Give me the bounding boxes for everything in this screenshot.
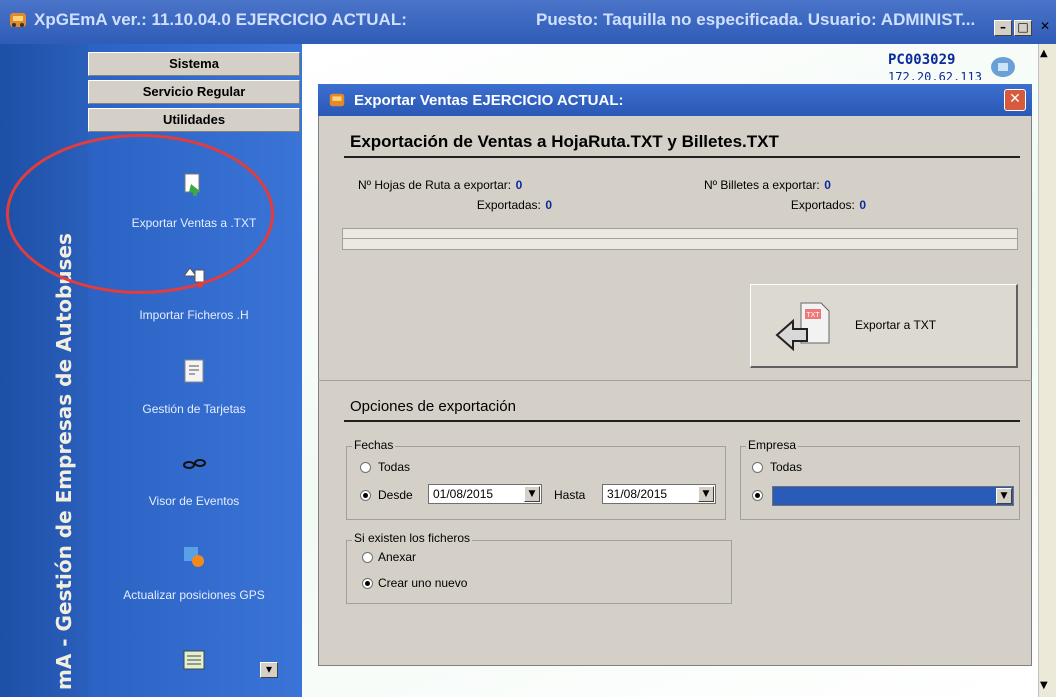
chevron-down-icon[interactable]: ▼ xyxy=(524,486,540,502)
anexar-label: Anexar xyxy=(378,550,417,564)
main-scrollbar[interactable]: ▲ ▼ xyxy=(1038,44,1056,697)
billetes-exported-value: 0 xyxy=(859,198,866,212)
sidebar-scroll-down-button[interactable]: ▾ xyxy=(260,662,278,678)
empresa-select-radio[interactable] xyxy=(752,490,763,501)
window-title: XpGEmA ver.: 11.10.04.0 EJERCICIO ACTUAL… xyxy=(34,10,407,29)
options-heading: Opciones de exportación xyxy=(350,398,516,415)
dialog-title: Exportar Ventas EJERCICIO ACTUAL: xyxy=(354,92,624,109)
export-icon xyxy=(184,173,201,196)
pc-name: PC003029 xyxy=(888,52,956,68)
desde-date-value: 01/08/2015 xyxy=(433,487,494,501)
billetes-stats: Nº Billetes a exportar: 0 Exportados: 0 xyxy=(704,176,884,214)
app-vertical-title: mA - Gestión de Empresas de Autobuses xyxy=(52,233,76,690)
hojas-label: Nº Hojas de Ruta a exportar: xyxy=(358,178,512,192)
empresa-select[interactable]: ▼ xyxy=(772,486,1014,506)
fechas-todas-radio[interactable] xyxy=(360,462,371,473)
menu-utilidades[interactable]: Utilidades xyxy=(88,108,300,132)
fechas-todas-label: Todas xyxy=(378,460,411,474)
hasta-date-select[interactable]: 31/08/2015 ▼ xyxy=(602,484,716,504)
network-icon xyxy=(991,57,1015,77)
chevron-down-icon[interactable]: ▼ xyxy=(698,486,714,502)
app-logo-icon xyxy=(10,13,26,27)
fechas-group xyxy=(346,446,726,520)
billetes-exported-label: Exportados: xyxy=(790,198,855,212)
hasta-date-value: 31/08/2015 xyxy=(607,487,668,501)
dialog-close-button[interactable]: ✕ xyxy=(1004,89,1026,111)
hojas-exported-label: Exportadas: xyxy=(476,198,541,212)
export-txt-button[interactable]: TXT Exportar a TXT xyxy=(750,284,1018,368)
crear-nuevo-radio[interactable] xyxy=(362,578,373,589)
chevron-down-icon[interactable]: ▼ xyxy=(996,488,1012,504)
hojas-value: 0 xyxy=(515,178,523,192)
import-icon xyxy=(183,267,205,288)
glasses-icon xyxy=(183,459,206,469)
sidebar-item-actualizar-gps[interactable]: Actualizar posiciones GPS xyxy=(88,544,300,602)
desde-label: Desde xyxy=(378,488,413,502)
heading-divider xyxy=(344,156,1020,158)
sidebar-item-visor-eventos[interactable]: Visor de Eventos xyxy=(88,450,300,508)
sidebar-item-label: Actualizar posiciones GPS xyxy=(123,588,265,602)
close-window-button[interactable]: ✕ xyxy=(1036,20,1054,36)
section-divider xyxy=(318,380,1032,381)
sidebar-item-label: Visor de Eventos xyxy=(148,494,240,508)
empresa-group xyxy=(740,446,1020,520)
scroll-up-arrow-icon[interactable]: ▲ xyxy=(1040,48,1048,59)
sidebar-item-importar-ficheros[interactable]: Importar Ficheros .H xyxy=(88,264,300,322)
hasta-label: Hasta xyxy=(554,488,586,502)
crear-nuevo-label: Crear uno nuevo xyxy=(378,576,468,590)
progress-bar-billetes xyxy=(342,238,1018,250)
maximize-button[interactable]: □ xyxy=(1014,20,1032,36)
gps-icon xyxy=(184,547,204,567)
cards-icon xyxy=(184,359,204,383)
app-logo-icon xyxy=(329,93,345,107)
options-divider xyxy=(344,420,1020,422)
sidebar-item-label: Gestión de Tarjetas xyxy=(142,402,246,416)
session-info: Puesto: Taquilla no especificada. Usuari… xyxy=(536,10,976,29)
empresa-todas-label: Todas xyxy=(770,460,803,474)
dialog-heading: Exportación de Ventas a HojaRuta.TXT y B… xyxy=(350,132,779,151)
window-title-bar: XpGEmA ver.: 11.10.04.0 EJERCICIO ACTUAL… xyxy=(0,0,1056,44)
export-button-label: Exportar a TXT xyxy=(855,318,937,332)
hojas-exported-value: 0 xyxy=(545,198,552,212)
sidebar-item-gestion-tarjetas[interactable]: Gestión de Tarjetas xyxy=(88,358,300,416)
fechas-group-label: Fechas xyxy=(352,438,396,452)
menu-servicio-regular[interactable]: Servicio Regular xyxy=(88,80,300,104)
ficheros-group-label: Si existen los ficheros xyxy=(352,531,473,545)
export-icon-text: TXT xyxy=(806,312,820,319)
sidebar-item-label: Exportar Ventas a .TXT xyxy=(131,216,257,230)
anexar-radio[interactable] xyxy=(362,552,373,563)
pc-ip: 172.20.62.113 xyxy=(888,70,982,80)
fechas-desde-radio[interactable] xyxy=(360,490,371,501)
minimize-button[interactable]: – xyxy=(994,20,1012,36)
desde-date-select[interactable]: 01/08/2015 ▼ xyxy=(428,484,542,504)
empresa-group-label: Empresa xyxy=(746,438,799,452)
billetes-label: Nº Billetes a exportar: xyxy=(704,178,820,192)
hojas-stats: Nº Hojas de Ruta a exportar: 0 Exportada… xyxy=(358,176,568,214)
menu-sistema[interactable]: Sistema xyxy=(88,52,300,76)
scroll-down-arrow-icon[interactable]: ▼ xyxy=(1040,680,1048,691)
sidebar-item-label: Importar Ficheros .H xyxy=(139,308,249,322)
list-icon xyxy=(183,650,205,670)
billetes-value: 0 xyxy=(824,178,831,192)
dialog-title-bar: Exportar Ventas EJERCICIO ACTUAL: ✕ xyxy=(318,84,1032,116)
export-txt-icon: TXT xyxy=(775,302,830,352)
sidebar-item-exportar-ventas[interactable]: Exportar Ventas a .TXT xyxy=(88,172,300,230)
empresa-todas-radio[interactable] xyxy=(752,462,763,473)
